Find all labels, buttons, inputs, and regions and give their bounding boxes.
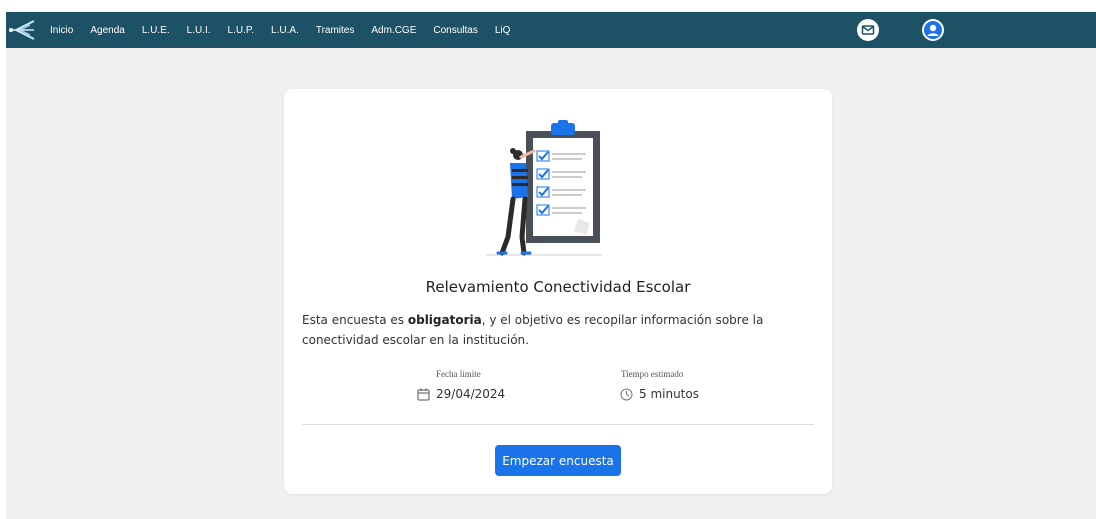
clock-icon <box>620 388 633 400</box>
deadline-value: 29/04/2024 <box>436 387 506 401</box>
survey-description: Esta encuesta es obligatoria, y el objet… <box>302 310 822 350</box>
main-nav: Inicio Agenda L.U.E. L.U.I. L.U.P. L.U.A… <box>50 25 527 36</box>
deadline-label: Fecha límite <box>436 369 481 379</box>
survey-title: Relevamiento Conectividad Escolar <box>425 278 691 296</box>
time-label: Tiempo estimado <box>621 369 684 379</box>
deadline-value-group: 29/04/2024 <box>417 387 505 401</box>
survey-illustration <box>482 119 634 259</box>
nav-item-tramites[interactable]: Tramites <box>316 25 355 36</box>
nav-item-lue[interactable]: L.U.E. <box>142 25 170 36</box>
survey-card: Relevamiento Conectividad Escolar Esta e… <box>284 89 832 494</box>
time-value: 5 minutos <box>639 387 699 401</box>
nav-item-lup[interactable]: L.U.P. <box>228 25 255 36</box>
calendar-icon <box>417 388 430 400</box>
start-survey-button[interactable]: Empezar encuesta <box>495 445 621 476</box>
nav-item-consultas[interactable]: Consultas <box>433 25 477 36</box>
nav-item-inicio[interactable]: Inicio <box>50 25 73 36</box>
mail-icon[interactable] <box>856 18 880 42</box>
nav-item-agenda[interactable]: Agenda <box>90 25 124 36</box>
time-value-group: 5 minutos <box>620 387 699 401</box>
nav-item-lui[interactable]: L.U.I. <box>187 25 211 36</box>
description-bold: obligatoria <box>407 313 482 327</box>
divider <box>302 424 814 425</box>
logo-icon[interactable] <box>6 12 42 48</box>
nav-item-liq[interactable]: LiQ <box>495 25 511 36</box>
user-avatar-icon[interactable] <box>921 18 945 42</box>
top-navbar: Inicio Agenda L.U.E. L.U.I. L.U.P. L.U.A… <box>6 12 1096 48</box>
nav-item-lua[interactable]: L.U.A. <box>271 25 299 36</box>
nav-item-adm-cge[interactable]: Adm.CGE <box>371 25 416 36</box>
description-prefix: Esta encuesta es <box>302 313 408 327</box>
